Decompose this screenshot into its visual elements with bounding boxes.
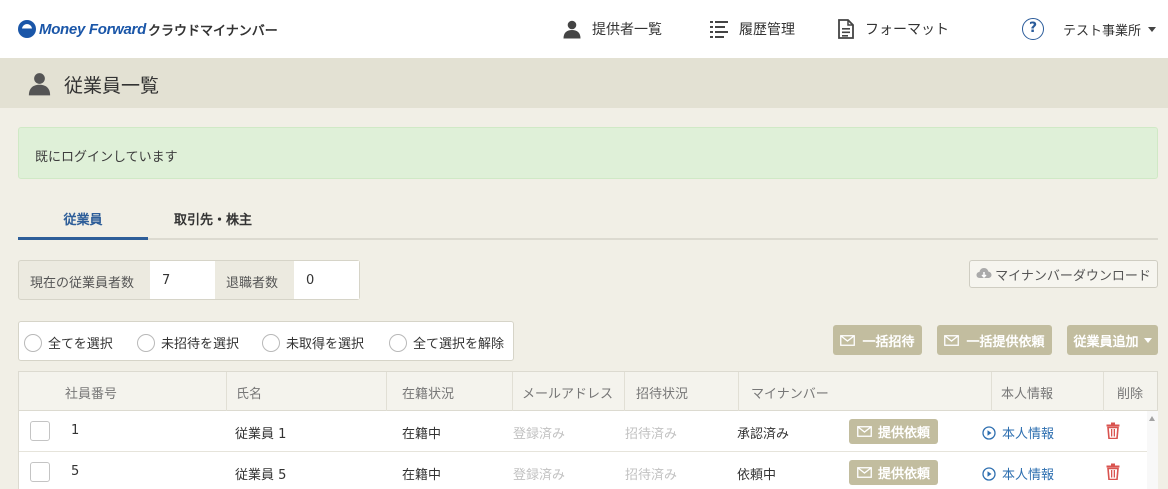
header-mynumber: マイナンバー [738, 372, 991, 411]
select-unacquired-label: 未取得を選択 [286, 337, 365, 352]
download-label: マイナンバーダウンロード [995, 268, 1151, 284]
header-personal-info: 本人情報 [991, 372, 1103, 411]
request-button-label: 提供依頼 [877, 426, 930, 441]
page-title: 従業員一覧 [64, 75, 160, 97]
bulk-invite-button[interactable]: 一括招待 [833, 325, 922, 355]
envelope-icon [857, 467, 872, 478]
mynumber-download-button[interactable]: マイナンバーダウンロード [969, 260, 1158, 288]
cloud-download-icon [976, 268, 992, 279]
envelope-icon [944, 334, 960, 346]
office-name: テスト事業所 [1063, 24, 1142, 39]
table-header: 社員番号 氏名 在籍状況 メールアドレス 招待状況 マイナンバー 本人情報 削除 [19, 372, 1157, 411]
login-alert: 既にログインしています [18, 127, 1158, 179]
email-status: 登録済み [513, 468, 566, 483]
brand-name: Money Forward [39, 20, 146, 38]
tab-partners-shareholders[interactable]: 取引先・株主 [148, 198, 278, 240]
mynumber-status: 依頼中 [737, 468, 777, 483]
nav-format-label: フォーマット [865, 22, 949, 38]
deselect-all-option[interactable]: 全て選択を解除 [389, 333, 504, 352]
envelope-icon [840, 334, 856, 346]
tab-bar: 従業員 取引先・株主 [18, 198, 1158, 240]
retired-employees-label: 退職者数 [226, 276, 279, 291]
play-circle-icon [982, 466, 996, 481]
employee-counts: 現在の従業員者数 7 退職者数 0 [18, 260, 360, 300]
add-employee-button[interactable]: 従業員追加 [1067, 325, 1158, 355]
request-button[interactable]: 提供依頼 [849, 460, 938, 485]
request-button-label: 提供依頼 [877, 467, 930, 482]
employment-status: 在籍中 [402, 427, 442, 442]
trash-icon[interactable] [1106, 463, 1120, 480]
radio-button[interactable] [262, 333, 280, 352]
brand-logo[interactable]: Money Forward クラウドマイナンバー [18, 18, 278, 40]
money-forward-logo-icon [18, 20, 36, 38]
page-title-bar: 従業員一覧 [0, 58, 1168, 108]
employee-table: 社員番号 氏名 在籍状況 メールアドレス 招待状況 マイナンバー 本人情報 削除… [18, 371, 1158, 489]
nav-providers-label: 提供者一覧 [592, 22, 662, 38]
select-all-label: 全てを選択 [48, 337, 113, 352]
row-checkbox[interactable] [30, 421, 50, 441]
caret-down-icon [1148, 27, 1157, 32]
bulk-request-label: 一括提供依頼 [966, 334, 1045, 350]
table-row: 5 従業員 5 在籍中 登録済み 招待済み 依頼中 提供依頼 本人情報 [19, 452, 1157, 489]
list-icon [710, 21, 728, 38]
row-checkbox[interactable] [30, 462, 50, 482]
nav-history[interactable]: 履歴管理 [709, 17, 795, 41]
select-uninvited-option[interactable]: 未招待を選択 [137, 333, 239, 352]
deselect-all-label: 全て選択を解除 [413, 337, 505, 352]
mynumber-status: 承認済み [737, 427, 790, 442]
radio-button[interactable] [24, 333, 42, 352]
header-delete: 削除 [1103, 372, 1157, 411]
header-status[interactable]: 在籍状況 [386, 372, 512, 411]
radio-button[interactable] [137, 333, 155, 352]
bulk-invite-label: 一括招待 [862, 334, 915, 350]
play-circle-icon [982, 425, 996, 440]
employee-number: 1 [71, 423, 80, 438]
select-unacquired-option[interactable]: 未取得を選択 [262, 333, 364, 352]
personal-info-label: 本人情報 [1002, 468, 1055, 483]
tab-employees[interactable]: 従業員 [18, 198, 148, 240]
email-status: 登録済み [513, 427, 566, 442]
nav-providers[interactable]: 提供者一覧 [562, 17, 662, 41]
select-uninvited-label: 未招待を選択 [161, 337, 240, 352]
invite-status: 招待済み [625, 427, 678, 442]
employment-status: 在籍中 [402, 468, 442, 483]
header-employee-number[interactable]: 社員番号 [65, 372, 117, 411]
header-name[interactable]: 氏名 [226, 372, 386, 411]
product-name: クラウドマイナンバー [147, 23, 278, 39]
office-menu[interactable]: テスト事業所 [1063, 20, 1157, 39]
radio-button[interactable] [389, 333, 407, 352]
current-employees-label: 現在の従業員者数 [30, 276, 135, 291]
top-header: Money Forward クラウドマイナンバー 提供者一覧 履歴管理 フォーマ… [0, 0, 1168, 58]
retired-employees-value: 0 [294, 261, 359, 299]
envelope-icon [857, 426, 872, 437]
header-invite-status: 招待状況 [624, 372, 738, 411]
employee-name: 従業員 1 [235, 427, 287, 442]
table-row: 1 従業員 1 在籍中 登録済み 招待済み 承認済み 提供依頼 本人情報 [19, 411, 1157, 452]
select-all-option[interactable]: 全てを選択 [24, 333, 113, 352]
nav-history-label: 履歴管理 [739, 22, 795, 38]
caret-down-icon [1143, 337, 1152, 343]
personal-info-label: 本人情報 [1002, 427, 1055, 442]
table-scrollbar[interactable] [1147, 411, 1158, 489]
employee-name: 従業員 5 [235, 468, 287, 483]
employee-number: 5 [71, 464, 80, 479]
person-icon [28, 73, 51, 96]
scroll-up-arrow-icon[interactable] [1149, 416, 1155, 421]
document-icon [838, 19, 854, 39]
personal-info-link[interactable]: 本人情報 [982, 423, 1054, 442]
selection-options: 全てを選択 未招待を選択 未取得を選択 全て選択を解除 [18, 321, 514, 361]
add-employee-label: 従業員追加 [1073, 334, 1139, 350]
bulk-request-button[interactable]: 一括提供依頼 [937, 325, 1052, 355]
invite-status: 招待済み [625, 468, 678, 483]
request-button[interactable]: 提供依頼 [849, 419, 938, 444]
person-icon [563, 20, 581, 39]
header-email: メールアドレス [512, 372, 624, 411]
personal-info-link[interactable]: 本人情報 [982, 464, 1054, 483]
help-icon[interactable]: ? [1022, 18, 1044, 40]
current-employees-value: 7 [150, 261, 215, 299]
nav-format[interactable]: フォーマット [837, 17, 949, 41]
trash-icon[interactable] [1106, 422, 1120, 439]
